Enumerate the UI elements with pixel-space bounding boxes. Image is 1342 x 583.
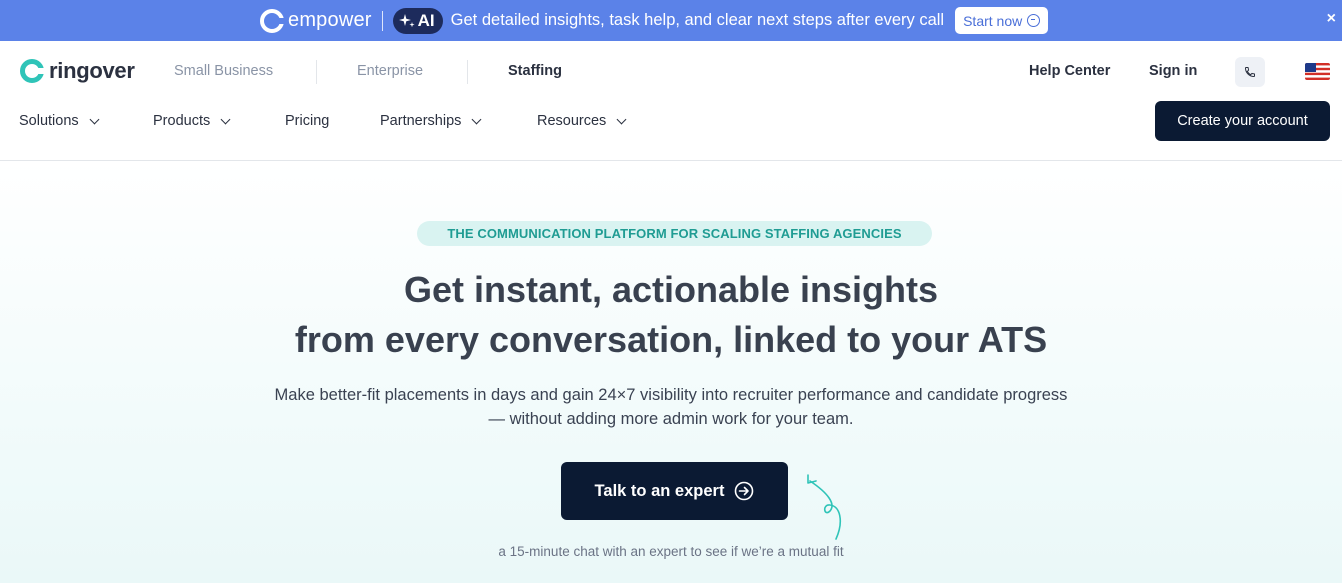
empower-logo-icon xyxy=(260,8,284,33)
chevron-down-icon xyxy=(220,114,231,124)
us-flag-icon[interactable] xyxy=(1305,63,1330,80)
site-header: ringover Small Business Enterprise Staff… xyxy=(0,41,1342,161)
talk-to-expert-label: Talk to an expert xyxy=(594,481,725,500)
chevron-down-icon xyxy=(89,114,100,124)
promo-message: Get detailed insights, task help, and cl… xyxy=(450,11,945,29)
arrow-circle-icon xyxy=(735,481,754,501)
sparkle-icon xyxy=(398,13,415,27)
segment-divider xyxy=(316,60,317,84)
headline-line-2: from every conversation, linked to your … xyxy=(294,319,1048,360)
subtext-line-1: Make better-fit placements in days and g… xyxy=(274,386,1068,404)
segment-small-business[interactable]: Small Business xyxy=(174,63,273,79)
headline-line-1: Get instant, actionable insights xyxy=(403,269,939,310)
nav-solutions[interactable]: Solutions xyxy=(19,113,100,129)
hero-section: THE COMMUNICATION PLATFORM FOR SCALING S… xyxy=(0,161,1342,583)
nav-products[interactable]: Products xyxy=(153,113,231,129)
cta-note: a 15-minute chat with an expert to see i… xyxy=(498,544,844,559)
segment-enterprise[interactable]: Enterprise xyxy=(357,63,423,79)
eyebrow-badge: THE COMMUNICATION PLATFORM FOR SCALING S… xyxy=(417,221,932,246)
hero-subtext: Make better-fit placements in days and g… xyxy=(0,383,1342,431)
start-now-button[interactable]: Start now xyxy=(955,7,1049,34)
arrow-circle-icon xyxy=(1027,14,1041,27)
ai-badge-label: AI xyxy=(417,10,435,30)
promo-banner: empower AI Get detailed insights, task h… xyxy=(0,0,1342,41)
eyebrow-text: THE COMMUNICATION PLATFORM FOR SCALING S… xyxy=(447,226,902,241)
logo-text: ringover xyxy=(49,58,135,83)
nav-products-label: Products xyxy=(153,113,211,129)
talk-to-expert-button[interactable]: Talk to an expert xyxy=(561,462,788,520)
create-account-label: Create your account xyxy=(1177,113,1308,129)
create-account-button[interactable]: Create your account xyxy=(1155,101,1330,141)
squiggle-arrow-icon xyxy=(807,474,842,540)
nav-partnerships-label: Partnerships xyxy=(380,113,462,129)
phone-icon xyxy=(1244,67,1255,78)
close-icon[interactable]: × xyxy=(1327,10,1336,28)
phone-button[interactable] xyxy=(1235,57,1265,87)
ai-badge: AI xyxy=(392,7,443,34)
nav-resources[interactable]: Resources xyxy=(537,113,627,129)
nav-pricing[interactable]: Pricing xyxy=(285,113,329,129)
ringover-logo[interactable]: ringover xyxy=(19,58,135,84)
chevron-down-icon xyxy=(616,114,627,124)
chevron-down-icon xyxy=(471,114,482,124)
nav-solutions-label: Solutions xyxy=(19,113,79,129)
help-center-link[interactable]: Help Center xyxy=(1029,63,1110,79)
nav-pricing-label: Pricing xyxy=(285,113,330,129)
empower-logo: empower xyxy=(260,8,372,33)
ringover-logo-icon xyxy=(20,59,45,83)
promo-divider xyxy=(381,10,383,31)
hero-headline: Get instant, actionable insights from ev… xyxy=(0,265,1342,365)
empower-brand-text: empower xyxy=(288,9,372,31)
segment-staffing[interactable]: Staffing xyxy=(508,63,562,79)
sign-in-link[interactable]: Sign in xyxy=(1149,63,1197,79)
nav-resources-label: Resources xyxy=(537,113,607,129)
start-now-label: Start now xyxy=(963,12,1023,29)
subtext-line-2: — without adding more admin work for you… xyxy=(488,410,854,428)
nav-partnerships[interactable]: Partnerships xyxy=(380,113,482,129)
segment-divider xyxy=(467,60,468,84)
